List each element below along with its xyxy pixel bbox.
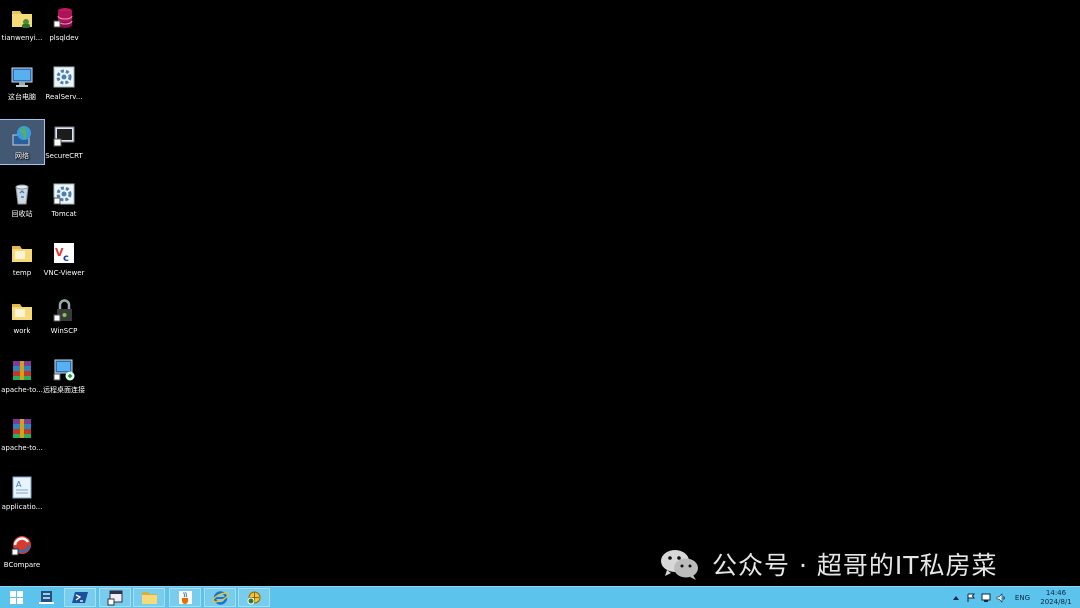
network-status-button[interactable]	[981, 592, 992, 603]
server-manager-button[interactable]	[30, 588, 62, 607]
desktop-icon-label: WinSCP	[50, 327, 78, 335]
clock-date: 2024/8/1	[1040, 597, 1072, 606]
flag-icon	[967, 593, 976, 602]
internet-explorer-button[interactable]	[204, 588, 236, 607]
winrar-archive-icon	[13, 419, 31, 438]
watermark: 公众号 · 超哥的IT私房菜	[658, 546, 998, 582]
desktop-icon-securecrt[interactable]: SecureCRT	[42, 120, 86, 164]
desktop-icon-winscp[interactable]: WinSCP	[42, 295, 86, 339]
service-gear-icon	[53, 183, 75, 205]
svg-text:c: c	[63, 253, 69, 264]
explorer-window-icon	[107, 590, 122, 606]
network-globe-icon	[12, 126, 31, 146]
volume-button[interactable]	[996, 592, 1007, 603]
desktop-icon-label: plsqldev	[49, 34, 79, 42]
service-gear-icon	[53, 66, 75, 88]
desktop-icon-vnc-viewer[interactable]: Vc VNC-Viewer	[42, 237, 86, 281]
remote-desktop-icon	[53, 359, 75, 381]
folder-user-icon	[12, 11, 32, 28]
winrar-archive-icon	[13, 361, 31, 380]
securecrt-terminal-icon	[53, 126, 75, 147]
winscp-lock-icon	[53, 299, 72, 322]
java-cup-icon	[178, 591, 192, 604]
wechat-icon	[661, 550, 698, 580]
taskbar[interactable]: ENG 14:46 2024/8/1	[0, 586, 1080, 608]
desktop-icon-remote-desktop[interactable]: 远程桌面连接	[42, 354, 86, 398]
globe-app-icon	[247, 591, 260, 605]
desktop[interactable]: tianwenyi... 这台电脑 网络 回收站 temp work apach…	[0, 0, 1080, 586]
desktop-icon-realserver[interactable]: RealServ...	[42, 61, 86, 105]
desktop-icon-application[interactable]: A applicatio...	[0, 471, 44, 515]
input-language-indicator[interactable]: ENG	[1015, 594, 1030, 602]
clock-time: 14:46	[1045, 588, 1067, 597]
start-button[interactable]	[0, 588, 32, 607]
desktop-icon-work[interactable]: work	[0, 295, 44, 339]
desktop-icon-this-pc[interactable]: 这台电脑	[0, 61, 44, 105]
desktop-icon-label: BCompare	[3, 561, 41, 569]
desktop-icon-label: apache-to...	[1, 444, 43, 452]
database-icon	[53, 8, 73, 28]
desktop-icon-temp[interactable]: temp	[0, 237, 44, 281]
chevron-up-icon	[953, 595, 960, 600]
desktop-icon-recycle-bin[interactable]: 回收站	[0, 178, 44, 222]
explorer-task-button[interactable]	[99, 588, 131, 607]
internet-explorer-icon	[211, 591, 229, 605]
desktop-icon-bcompare[interactable]: BCompare	[0, 529, 44, 573]
computer-icon	[11, 67, 33, 87]
recycle-bin-icon	[15, 184, 29, 205]
vnc-icon: Vc	[54, 243, 74, 264]
java-button[interactable]	[169, 588, 201, 607]
folder-icon	[12, 246, 32, 262]
bcompare-icon	[11, 536, 31, 556]
desktop-icon-label: SecureCRT	[45, 152, 83, 160]
svg-text:A: A	[16, 480, 22, 489]
windows-logo-icon	[9, 591, 23, 604]
globe-app-button[interactable]	[238, 588, 270, 607]
action-center-button[interactable]	[966, 592, 977, 603]
clock[interactable]: 14:46 2024/8/1	[1036, 589, 1076, 607]
powershell-icon	[71, 592, 88, 603]
folder-icon	[141, 592, 157, 604]
desktop-icon-label: RealServ...	[45, 93, 83, 101]
network-icon	[981, 593, 991, 602]
desktop-icon-label: applicatio...	[1, 503, 43, 511]
folder-icon	[12, 304, 32, 320]
desktop-icon-apache-tomcat-archive-2[interactable]: apache-to...	[0, 412, 44, 456]
powershell-button[interactable]	[64, 588, 96, 607]
desktop-icon-tianwenyi[interactable]: tianwenyi...	[0, 2, 44, 46]
desktop-icon-label: VNC-Viewer	[43, 269, 85, 277]
file-explorer-button[interactable]	[133, 588, 165, 607]
desktop-icon-apache-tomcat-archive-1[interactable]: apache-to...	[0, 354, 44, 398]
volume-icon	[997, 592, 1006, 603]
text-document-icon: A	[12, 476, 32, 499]
desktop-icon-label: 远程桌面连接	[43, 386, 85, 394]
desktop-icon-network[interactable]: 网络	[0, 119, 45, 165]
server-manager-icon	[38, 591, 54, 604]
show-hidden-icons-button[interactable]	[951, 592, 962, 603]
system-tray: ENG 14:46 2024/8/1	[949, 587, 1080, 608]
desktop-icon-label: Tomcat	[51, 210, 77, 218]
desktop-icon-tomcat[interactable]: Tomcat	[42, 178, 86, 222]
watermark-text: 公众号 · 超哥的IT私房菜	[712, 551, 998, 580]
desktop-icon-plsqldev[interactable]: plsqldev	[42, 2, 86, 46]
